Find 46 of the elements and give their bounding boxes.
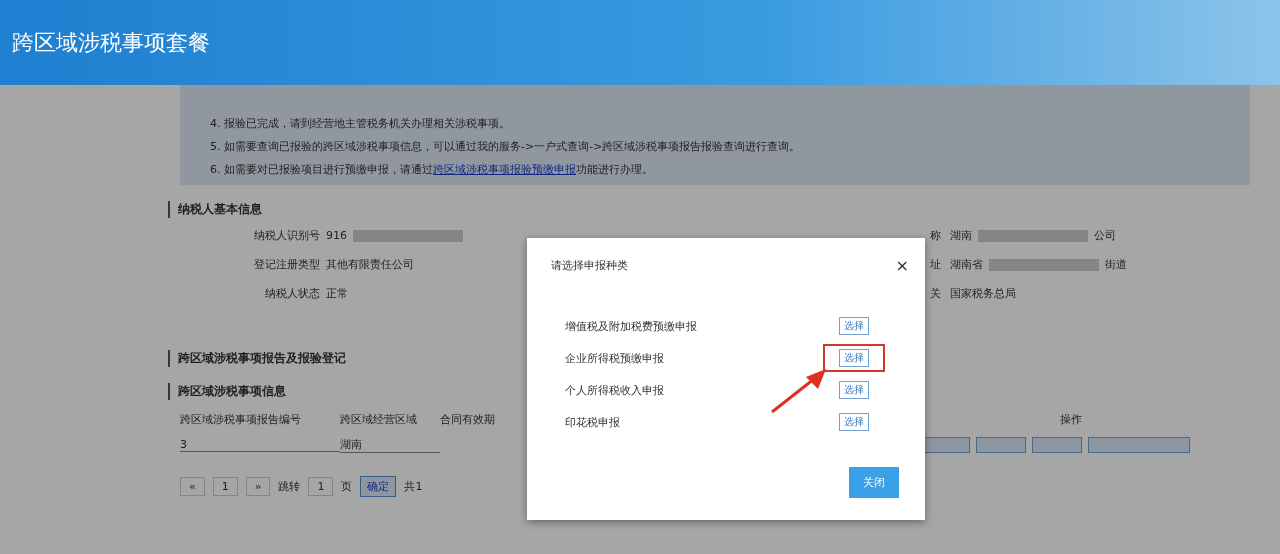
notice-text: 4. 报验已完成，请到经营地主管税务机关办理相关涉税事项。 — [210, 117, 510, 130]
select-button[interactable]: 选择 — [839, 381, 869, 399]
page-unit: 页 — [341, 479, 353, 494]
option-label: 印花税申报 — [565, 414, 620, 430]
field-label: 登记注册类型 — [253, 257, 320, 272]
field-label: 关 — [930, 286, 942, 301]
option-label: 个人所得税收入申报 — [565, 382, 664, 398]
next-page-button[interactable]: » — [245, 477, 271, 496]
field-label: 纳税人识别号 — [253, 228, 320, 243]
field-value: 916 — [326, 229, 347, 242]
select-button[interactable]: 选择 — [839, 349, 869, 367]
column-header: 跨区域经营区域 — [340, 411, 418, 427]
table-cell: 3 — [180, 438, 340, 452]
field-label: 纳税人状态 — [264, 286, 320, 301]
field-value: 其他有限责任公司 — [326, 257, 414, 272]
table-cell: 湖南 — [340, 437, 440, 453]
jump-label: 跳转 — [278, 479, 301, 494]
option-label: 增值税及附加税费预缴申报 — [565, 318, 697, 334]
field-label: 址 — [930, 257, 942, 272]
section-title: 纳税人基本信息 — [168, 201, 1280, 218]
option-label: 企业所得税预缴申报 — [565, 350, 664, 366]
column-header: 合同有效期 — [440, 411, 496, 427]
field-value: 国家税务总局 — [950, 286, 1016, 301]
notice-text: 功能进行办理。 — [576, 163, 653, 176]
dialog-title: 请选择申报种类 — [551, 258, 628, 273]
prev-page-button[interactable]: « — [180, 477, 205, 496]
select-button[interactable]: 选择 — [839, 413, 869, 431]
field-value: 正常 — [326, 286, 348, 301]
notice-link[interactable]: 跨区域涉税事项报验预缴申报 — [433, 163, 576, 176]
field-value: 湖南 — [950, 228, 972, 243]
column-header: 跨区域涉税事项报告编号 — [180, 411, 302, 427]
close-button[interactable]: × — [895, 256, 909, 275]
field-label: 称 — [930, 228, 942, 243]
field-value: 公司 — [1094, 228, 1116, 243]
column-header: 操作 — [1060, 411, 1082, 427]
total-count: 共1 — [404, 479, 423, 494]
confirm-button[interactable]: 确定 — [360, 476, 397, 497]
page-title: 跨区域涉税事项套餐 — [12, 28, 210, 57]
close-dialog-button[interactable]: 关闭 — [849, 467, 899, 498]
field-value: 街道 — [1105, 257, 1127, 272]
field-value: 湖南省 — [950, 257, 983, 272]
page-button[interactable]: 1 — [212, 477, 238, 496]
page-input[interactable]: 1 — [308, 477, 334, 496]
notice-text: 6. 如需要对已报验项目进行预缴申报，请通过 — [210, 163, 433, 176]
notice-text: 5. 如需要查询已报验的跨区域涉税事项信息，可以通过我的服务->一户式查询->跨区域涉税事项报告报验查询进行查询。 — [210, 140, 801, 153]
select-button[interactable]: 选择 — [839, 317, 869, 335]
